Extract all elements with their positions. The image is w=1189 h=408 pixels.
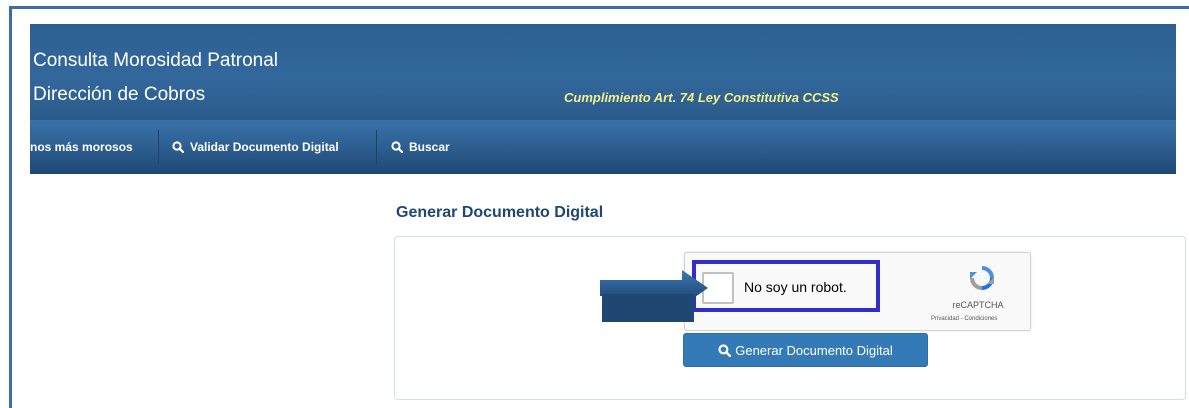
section-title: Generar Documento Digital — [396, 204, 604, 221]
arrow-right-icon — [600, 270, 708, 322]
nav-divider — [376, 130, 377, 164]
nav-item-label: Validar Documento Digital — [190, 140, 339, 154]
generate-button-label: Generar Documento Digital — [735, 342, 893, 358]
recaptcha-logo-icon — [970, 266, 994, 290]
search-icon — [391, 141, 403, 153]
nav-item-buscar[interactable]: Buscar — [391, 120, 450, 174]
nav-item-label: nos más morosos — [30, 140, 133, 154]
annotation-highlight-box — [692, 260, 880, 312]
app-title: Consulta Morosidad Patronal — [33, 50, 279, 71]
law-note: Cumplimiento Art. 74 Ley Constitutiva CC… — [564, 90, 839, 105]
generate-document-button[interactable]: Generar Documento Digital — [683, 333, 928, 367]
search-icon — [172, 141, 184, 153]
recaptcha-links[interactable]: Privacidad - Condiciones — [931, 316, 997, 322]
nav-item-morosos[interactable]: nos más morosos — [30, 120, 133, 174]
nav-item-validar[interactable]: Validar Documento Digital — [172, 120, 339, 174]
annotation-frame-top — [9, 6, 1189, 9]
annotation-frame-left — [9, 6, 12, 408]
recaptcha-brand: reCAPTCHA — [952, 300, 1004, 310]
app-subtitle: Dirección de Cobros — [33, 84, 206, 105]
search-icon — [718, 343, 732, 357]
nav-divider — [158, 130, 159, 164]
main-navbar: nos más morosos Validar Documento Digita… — [30, 120, 1176, 174]
site-header: Consulta Morosidad Patronal Dirección de… — [30, 24, 1176, 120]
nav-item-label: Buscar — [409, 140, 450, 154]
